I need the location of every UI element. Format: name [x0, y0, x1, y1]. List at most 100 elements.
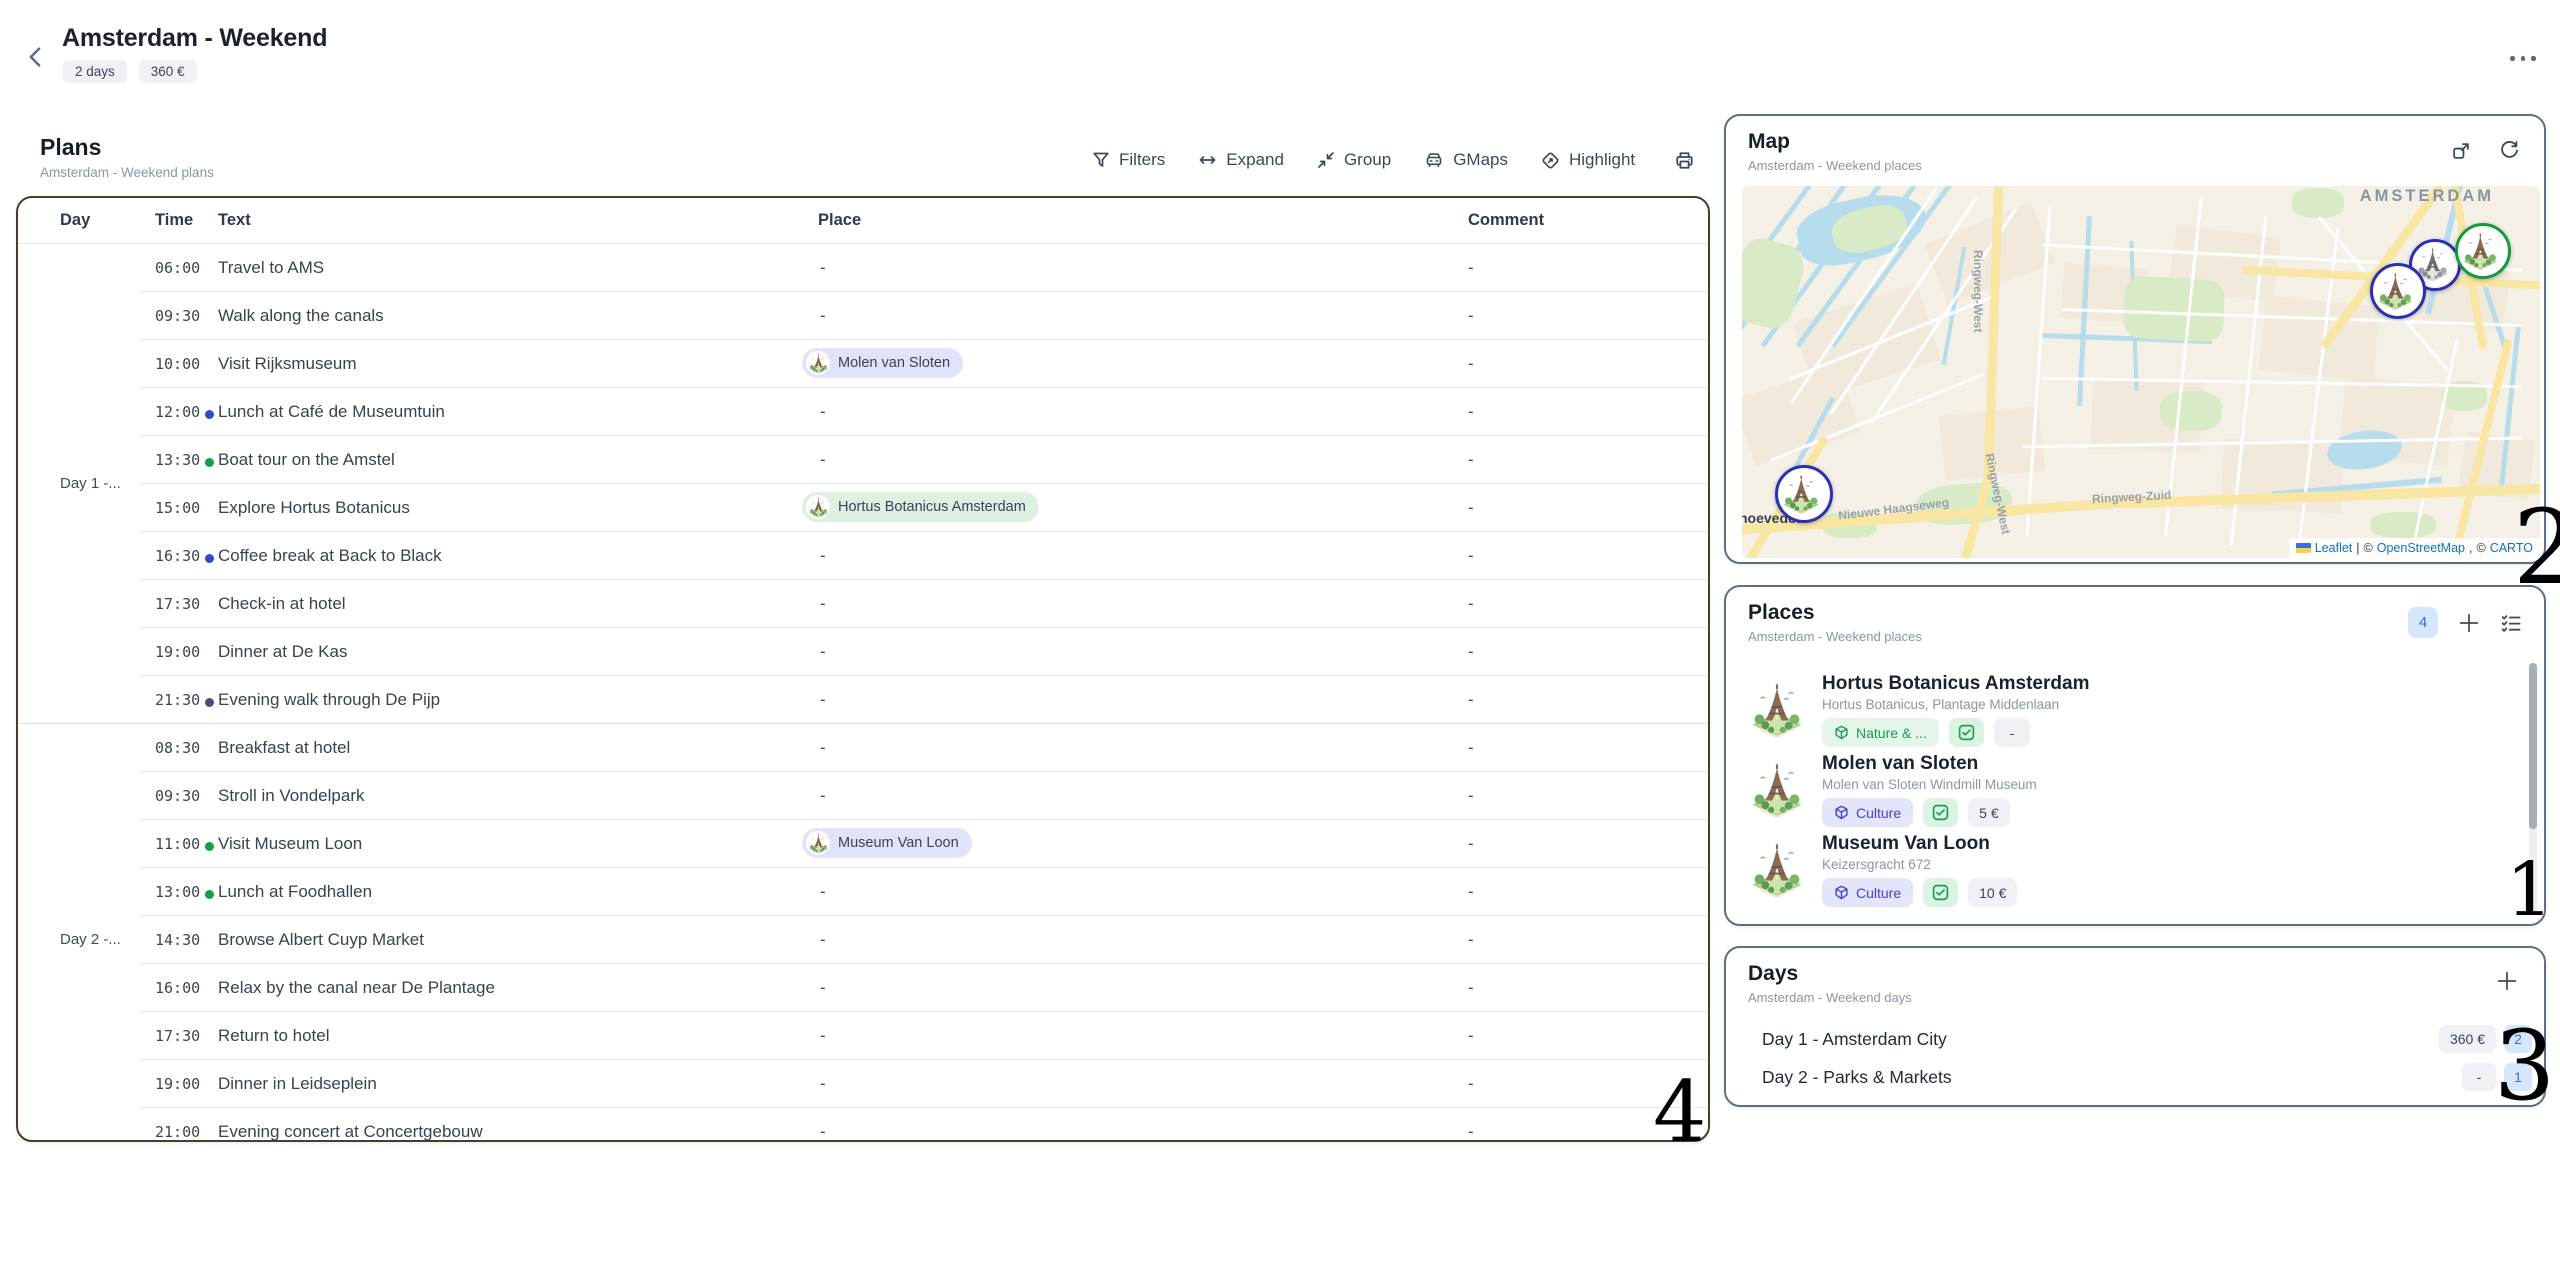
- place-price-chip: -: [1994, 718, 2030, 747]
- status-dot: [205, 410, 214, 419]
- add-place-button[interactable]: [2458, 612, 2480, 634]
- plan-row[interactable]: 15:00 Explore Hortus Botanicus Hortus Bo…: [139, 483, 1708, 531]
- scrollbar-thumb[interactable]: [2529, 663, 2537, 829]
- place-price-chip: 10 €: [1968, 878, 2017, 907]
- place-address: Molen van Sloten Windmill Museum: [1822, 777, 2037, 792]
- day-group: Day 2 -... 08:30 Breakfast at hotel - - …: [18, 723, 1708, 1142]
- car-icon: [1424, 151, 1444, 169]
- place-address: Keizersgracht 672: [1822, 857, 2017, 872]
- back-button[interactable]: [24, 42, 54, 72]
- status-dot: [205, 890, 214, 899]
- places-controls: 4: [2408, 607, 2522, 638]
- plan-row[interactable]: 19:00 Dinner in Leidseplein - -: [139, 1059, 1708, 1107]
- map-card-title: Map: [1748, 130, 1790, 154]
- day-name: Day 1 - Amsterdam City: [1762, 1029, 1947, 1050]
- place-image: [1748, 761, 1806, 819]
- map-label-city: AMSTERDAM: [2360, 187, 2494, 206]
- leaflet-link[interactable]: Leaflet: [2315, 541, 2353, 555]
- place-chip[interactable]: Hortus Botanicus Amsterdam: [802, 492, 1039, 522]
- horizontal-arrows-icon: [1198, 151, 1217, 169]
- place-visited-checkbox[interactable]: [1949, 718, 1984, 747]
- marker-thumbnail: [1781, 474, 1827, 514]
- plan-row[interactable]: 13:00 Lunch at Foodhallen - -: [139, 867, 1708, 915]
- cube-icon: [1834, 725, 1849, 740]
- plan-row[interactable]: 12:00 Lunch at Café de Museumtuin - -: [139, 387, 1708, 435]
- expand-button[interactable]: Expand: [1198, 150, 1284, 170]
- plan-row[interactable]: 10:00 Visit Rijksmuseum Molen van Sloten…: [139, 339, 1708, 387]
- place-visited-checkbox[interactable]: [1923, 878, 1958, 907]
- places-card-subtitle: Amsterdam - Weekend places: [1748, 629, 1922, 644]
- trip-cost-badge: 360 €: [139, 60, 197, 83]
- map-fullscreen-button[interactable]: [2451, 141, 2471, 161]
- status-dot: [205, 698, 214, 707]
- plan-row[interactable]: 17:30 Return to hotel - -: [139, 1011, 1708, 1059]
- place-chip[interactable]: Museum Van Loon: [802, 828, 972, 858]
- place-image: [1748, 841, 1806, 899]
- map-controls: [2451, 140, 2520, 161]
- plus-icon: [2496, 970, 2518, 992]
- place-list-item[interactable]: Molen van Sloten Molen van Sloten Windmi…: [1726, 750, 2524, 830]
- map-canvas[interactable]: AMSTERDAM Ringweg-West Ringweg-West Nieu…: [1742, 186, 2540, 558]
- plan-row[interactable]: 09:30 Walk along the canals - -: [139, 291, 1708, 339]
- plan-row[interactable]: 17:30 Check-in at hotel - -: [139, 579, 1708, 627]
- gmaps-button[interactable]: GMaps: [1424, 150, 1508, 170]
- plans-table-header: Day Time Text Place Comment: [18, 198, 1708, 244]
- day-group-rows: 06:00 Travel to AMS - - 09:30 Walk along…: [139, 244, 1708, 723]
- day-count-chip: 2: [2504, 1025, 2532, 1053]
- plan-row[interactable]: 21:30 Evening walk through De Pijp - -: [139, 675, 1708, 723]
- map-label-road: Ringweg-West: [1971, 250, 1985, 332]
- plan-row[interactable]: 21:00 Evening concert at Concertgebouw -…: [139, 1107, 1708, 1142]
- map-refresh-button[interactable]: [2499, 140, 2520, 161]
- filters-button[interactable]: Filters: [1092, 150, 1165, 170]
- places-scrollbar[interactable]: [2529, 663, 2537, 914]
- plans-table: Day Time Text Place Comment Day 1 -... 0…: [16, 196, 1710, 1142]
- plan-row[interactable]: 16:00 Relax by the canal near De Plantag…: [139, 963, 1708, 1011]
- print-button[interactable]: [1674, 150, 1695, 171]
- map-marker[interactable]: [2455, 223, 2511, 279]
- day-group-label: Day 2 -...: [18, 724, 139, 1142]
- carto-link[interactable]: CARTO: [2490, 541, 2533, 555]
- more-menu-button[interactable]: [2506, 52, 2540, 65]
- add-day-button[interactable]: [2496, 970, 2518, 992]
- day-list-item[interactable]: Day 2 - Parks & Markets - 1: [1726, 1058, 2532, 1096]
- days-card-subtitle: Amsterdam - Weekend days: [1748, 990, 1912, 1005]
- printer-icon: [1674, 150, 1695, 171]
- checkbox-icon: [1958, 724, 1975, 741]
- plan-row[interactable]: 19:00 Dinner at De Kas - -: [139, 627, 1708, 675]
- cube-icon: [1834, 885, 1849, 900]
- checklist-icon: [2500, 612, 2522, 634]
- place-list-item[interactable]: Museum Van Loon Keizersgracht 672 Cultur…: [1726, 830, 2524, 910]
- osm-link[interactable]: OpenStreetMap: [2377, 541, 2465, 555]
- map-card-subtitle: Amsterdam - Weekend places: [1748, 158, 1922, 173]
- plan-row[interactable]: 16:30 Coffee break at Back to Black - -: [139, 531, 1708, 579]
- map-card: Map Amsterdam - Weekend places: [1724, 114, 2546, 564]
- checkbox-icon: [1932, 884, 1949, 901]
- highlight-button[interactable]: Highlight: [1541, 150, 1635, 170]
- map-marker[interactable]: [2370, 263, 2426, 319]
- place-visited-checkbox[interactable]: [1923, 798, 1958, 827]
- status-dot: [205, 458, 214, 467]
- map-attribution: Leaflet | © OpenStreetMap , © CARTO: [2289, 538, 2540, 558]
- map-marker[interactable]: [1775, 465, 1833, 523]
- place-category-chip[interactable]: Culture: [1822, 798, 1913, 827]
- plan-row[interactable]: 11:00 Visit Museum Loon Museum Van Loon …: [139, 819, 1708, 867]
- place-name: Hortus Botanicus Amsterdam: [1822, 673, 2089, 695]
- place-category-chip[interactable]: Nature & ...: [1822, 718, 1939, 747]
- plan-row[interactable]: 13:30 Boat tour on the Amstel - -: [139, 435, 1708, 483]
- places-list-view-button[interactable]: [2500, 612, 2522, 634]
- place-chip[interactable]: Molen van Sloten: [802, 348, 963, 378]
- plan-row[interactable]: 14:30 Browse Albert Cuyp Market - -: [139, 915, 1708, 963]
- plan-row[interactable]: 06:00 Travel to AMS - -: [139, 244, 1708, 291]
- place-list-item[interactable]: Hortus Botanicus Amsterdam Hortus Botani…: [1726, 670, 2524, 750]
- group-button[interactable]: Group: [1317, 150, 1391, 170]
- diamond-arrow-icon: [1541, 151, 1560, 170]
- place-thumbnail: [806, 351, 830, 375]
- plan-row[interactable]: 09:30 Stroll in Vondelpark - -: [139, 771, 1708, 819]
- trip-duration-badge: 2 days: [63, 60, 127, 83]
- place-name: Museum Van Loon: [1822, 833, 2017, 855]
- place-category-chip[interactable]: Culture: [1822, 878, 1913, 907]
- day-list-item[interactable]: Day 1 - Amsterdam City 360 € 2: [1726, 1020, 2532, 1058]
- chevron-left-icon: [24, 45, 54, 69]
- plan-row[interactable]: 08:30 Breakfast at hotel - -: [139, 724, 1708, 771]
- status-dot: [205, 554, 214, 563]
